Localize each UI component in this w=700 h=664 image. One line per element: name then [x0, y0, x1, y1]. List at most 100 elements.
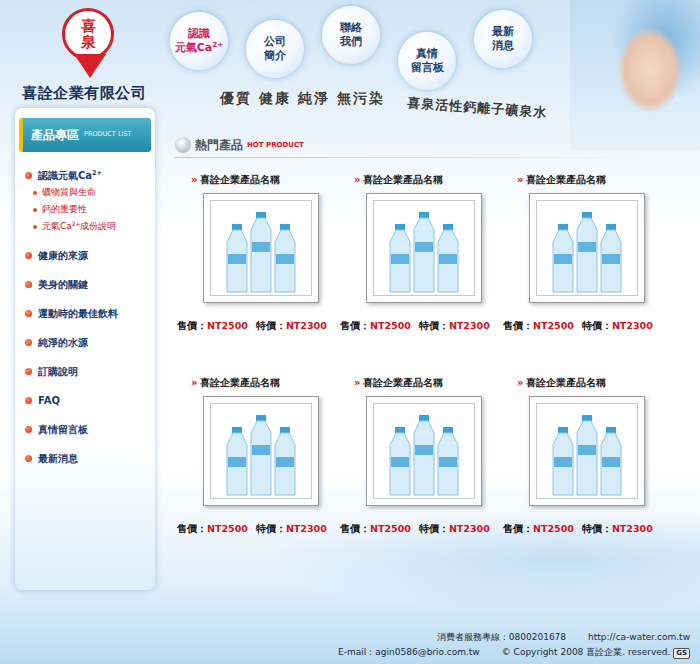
product-image[interactable] [203, 396, 319, 506]
sidebar-label[interactable]: 美身的關鍵 [38, 277, 88, 292]
item-label[interactable]: 鈣的重要性 [42, 204, 87, 214]
item-sup[interactable]: 2+ [92, 169, 102, 177]
nav-bubble[interactable]: 最新消息 [474, 10, 532, 68]
subitem-label[interactable]: 礦物質與生命 [42, 186, 96, 200]
nav-line[interactable]: 聯絡 [340, 21, 362, 35]
nav-text[interactable]: 認識 [188, 27, 210, 40]
sidebar-item[interactable]: 最新消息 [25, 444, 155, 473]
item-label[interactable]: 真情留言板 [38, 424, 88, 435]
sidebar-label[interactable]: 健康的來源 [38, 248, 88, 263]
product-image[interactable] [529, 193, 645, 303]
company-name[interactable]: 喜詮企業有限公司 [22, 82, 170, 105]
sidebar-label[interactable]: 純淨的水源 [38, 335, 88, 350]
item-label[interactable]: 純淨的水源 [38, 337, 88, 348]
nav-line[interactable]: 最新 [492, 25, 514, 39]
product-name[interactable]: 喜詮企業產品名稱 [363, 377, 443, 388]
nav-text[interactable]: 公司 [264, 35, 286, 48]
page-body: 產品專區PRODUCT LIST認識元氣Ca2+礦物質與生命鈣的重要性元氣Ca2… [0, 135, 700, 604]
logo-area[interactable]: 喜泉喜詮企業有限公司 [0, 0, 170, 135]
sidebar-item[interactable]: 真情留言板 [25, 415, 155, 444]
product-title[interactable]: »喜詮企業產品名稱 [177, 172, 340, 187]
item-label[interactable]: 健康的來源 [38, 250, 88, 261]
tagline-left: 優質 健康 純淨 無污染 [220, 88, 385, 109]
divider [175, 157, 655, 158]
nav-bubble[interactable]: 認識元氣Ca2+ [170, 12, 228, 70]
product-card[interactable]: »喜詮企業產品名稱售價：NT2500特價：NT2300 [503, 375, 666, 536]
product-card[interactable]: »喜詮企業產品名稱售價：NT2500特價：NT2300 [503, 172, 666, 333]
sidebar-item[interactable]: 訂購說明 [25, 357, 155, 386]
sidebar-label[interactable]: FAQ [38, 393, 60, 408]
item-label[interactable]: 最新消息 [38, 453, 78, 464]
nav-sup[interactable]: 2+ [212, 40, 223, 49]
nav-text[interactable]: 元氣Ca [175, 41, 213, 54]
sidebar-item[interactable]: FAQ [25, 386, 155, 415]
product-image[interactable] [366, 396, 482, 506]
sidebar-item[interactable]: 認識元氣Ca2+ [25, 166, 155, 184]
sidebar-label[interactable]: 最新消息 [38, 451, 78, 466]
item-label[interactable]: 元氣Ca [42, 221, 72, 231]
nav-text[interactable]: 留言板 [411, 61, 444, 74]
product-title[interactable]: »喜詮企業產品名稱 [340, 375, 503, 390]
product-image[interactable] [203, 193, 319, 303]
email[interactable]: E-mail：agin0586@brio.com.tw [338, 645, 480, 660]
nav-text[interactable]: 消息 [492, 39, 514, 52]
nav-line[interactable]: 元氣Ca2+ [175, 41, 223, 55]
sidebar-item[interactable]: 美身的關鍵 [25, 270, 155, 299]
site-url[interactable]: http://ca-water.com.tw [588, 630, 690, 645]
item-suffix[interactable]: 成份說明 [80, 221, 116, 231]
nav-line[interactable]: 消息 [492, 39, 514, 53]
nav-text[interactable]: 最新 [492, 25, 514, 38]
nav-line[interactable]: 我們 [340, 35, 362, 49]
nav-text[interactable]: 聯絡 [340, 21, 362, 34]
header: 喜泉喜詮企業有限公司認識元氣Ca2+公司簡介聯絡我們真情留言板最新消息優質 健康… [0, 0, 700, 135]
product-image[interactable] [366, 193, 482, 303]
product-price: 售價：NT2500特價：NT2300 [177, 522, 340, 536]
subitem-label[interactable]: 元氣Ca2+成份說明 [42, 220, 116, 234]
nav-bubble[interactable]: 真情留言板 [398, 32, 456, 90]
product-card[interactable]: »喜詮企業產品名稱售價：NT2500特價：NT2300 [340, 375, 503, 536]
item-label[interactable]: 美身的關鍵 [38, 279, 88, 290]
product-name[interactable]: 喜詮企業產品名稱 [200, 174, 280, 185]
item-label[interactable]: FAQ [38, 395, 60, 406]
nav-line[interactable]: 公司 [264, 35, 286, 49]
product-card[interactable]: »喜詮企業產品名稱售價：NT2500特價：NT2300 [177, 172, 340, 333]
product-name[interactable]: 喜詮企業產品名稱 [526, 377, 606, 388]
nav-line[interactable]: 認識 [188, 27, 210, 41]
item-sup[interactable]: 2+ [72, 221, 81, 227]
nav-text[interactable]: 我們 [340, 35, 362, 48]
nav-line[interactable]: 簡介 [264, 49, 286, 63]
product-name[interactable]: 喜詮企業產品名稱 [200, 377, 280, 388]
nav-text[interactable]: 簡介 [264, 49, 286, 62]
nav-bubble[interactable]: 公司簡介 [246, 20, 304, 78]
sidebar-item[interactable]: 健康的來源 [25, 241, 155, 270]
nav-text[interactable]: 真情 [416, 47, 438, 60]
product-title[interactable]: »喜詮企業產品名稱 [177, 375, 340, 390]
sidebar-item[interactable]: 純淨的水源 [25, 328, 155, 357]
sidebar-label[interactable]: 運動時的最佳飲料 [38, 306, 118, 321]
product-title[interactable]: »喜詮企業產品名稱 [503, 172, 666, 187]
nav-line[interactable]: 留言板 [411, 61, 444, 75]
logo-text[interactable]: 喜泉 [81, 18, 96, 51]
sidebar-label[interactable]: 認識元氣Ca2+ [38, 168, 102, 183]
product-card[interactable]: »喜詮企業產品名稱售價：NT2500特價：NT2300 [340, 172, 503, 333]
product-name[interactable]: 喜詮企業產品名稱 [363, 174, 443, 185]
product-title[interactable]: »喜詮企業產品名稱 [503, 375, 666, 390]
sidebar-label[interactable]: 訂購說明 [38, 364, 78, 379]
product-name[interactable]: 喜詮企業產品名稱 [526, 174, 606, 185]
item-label[interactable]: 認識元氣Ca [38, 170, 92, 181]
product-card[interactable]: »喜詮企業產品名稱售價：NT2500特價：NT2300 [177, 375, 340, 536]
item-label[interactable]: 礦物質與生命 [42, 187, 96, 197]
logo-icon[interactable]: 喜泉 [62, 8, 114, 60]
nav-line[interactable]: 真情 [416, 47, 438, 61]
product-image[interactable] [529, 396, 645, 506]
sidebar-subitem[interactable]: 元氣Ca2+成份說明 [25, 218, 155, 235]
nav-bubble[interactable]: 聯絡我們 [322, 6, 380, 64]
product-title[interactable]: »喜詮企業產品名稱 [340, 172, 503, 187]
sidebar-item[interactable]: 運動時的最佳飲料 [25, 299, 155, 328]
subitem-label[interactable]: 鈣的重要性 [42, 203, 87, 217]
item-label[interactable]: 訂購說明 [38, 366, 78, 377]
sidebar-label[interactable]: 真情留言板 [38, 422, 88, 437]
sidebar-subitem[interactable]: 鈣的重要性 [25, 201, 155, 218]
item-label[interactable]: 運動時的最佳飲料 [38, 308, 118, 319]
sidebar-subitem[interactable]: 礦物質與生命 [25, 184, 155, 201]
